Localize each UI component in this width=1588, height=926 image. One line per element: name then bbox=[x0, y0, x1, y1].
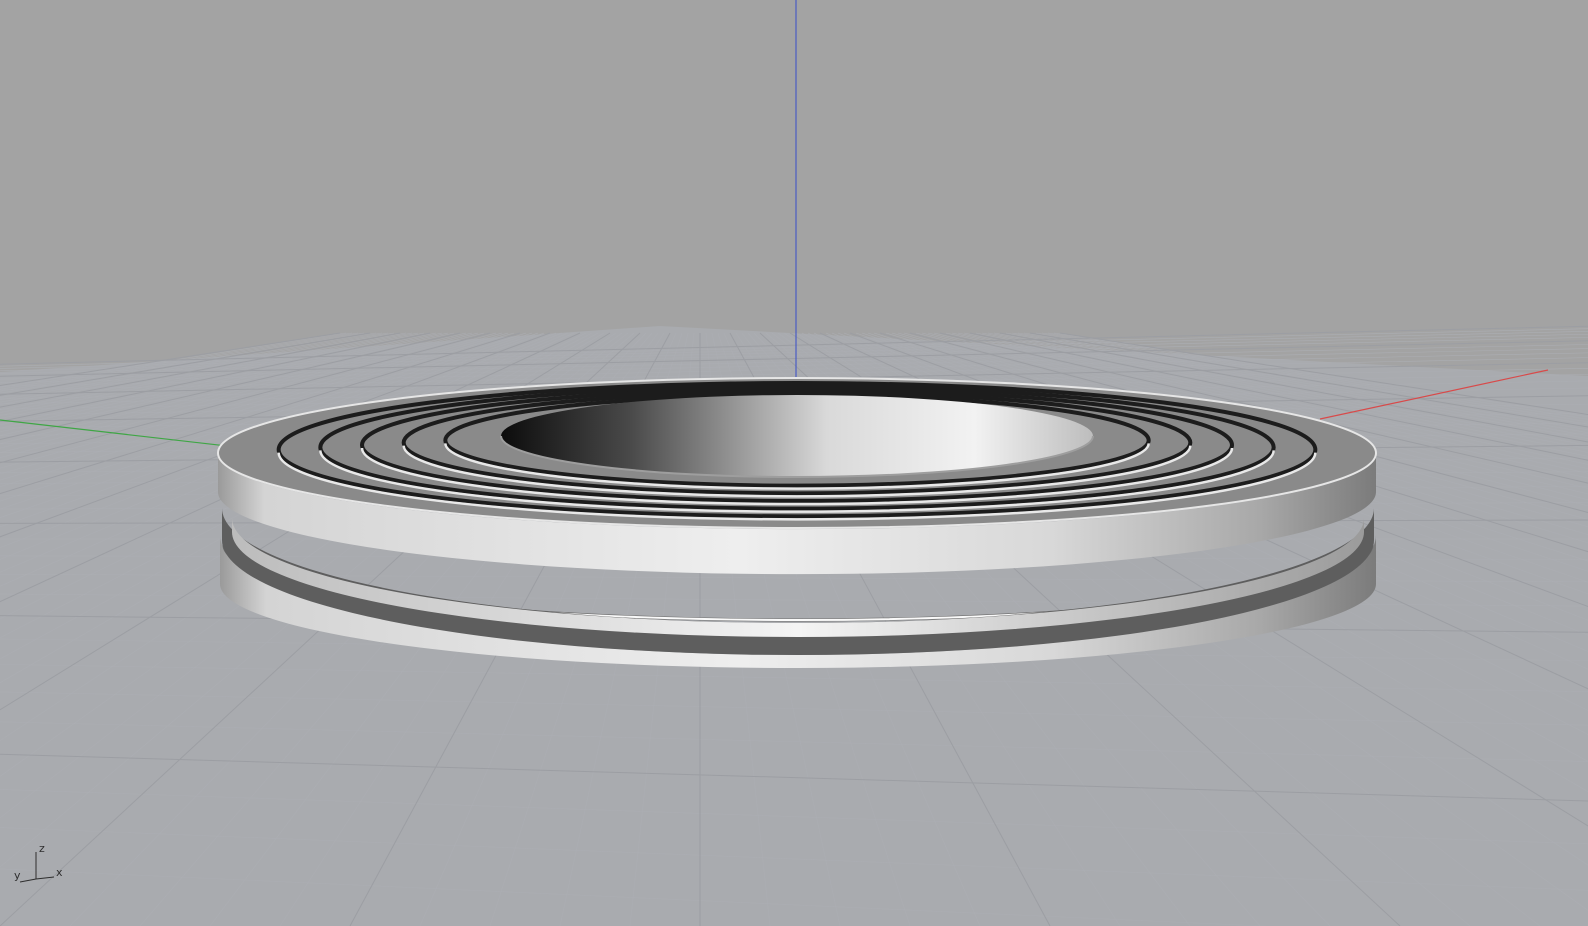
axis-z-label: z bbox=[39, 842, 45, 855]
3d-viewport[interactable]: z x y bbox=[0, 0, 1588, 926]
ring-model[interactable] bbox=[217, 377, 1377, 668]
axis-x-label: x bbox=[56, 866, 63, 879]
viewport-scene[interactable] bbox=[0, 0, 1588, 926]
axis-y-label: y bbox=[14, 869, 21, 882]
axis-triad-widget: z x y bbox=[6, 842, 76, 890]
